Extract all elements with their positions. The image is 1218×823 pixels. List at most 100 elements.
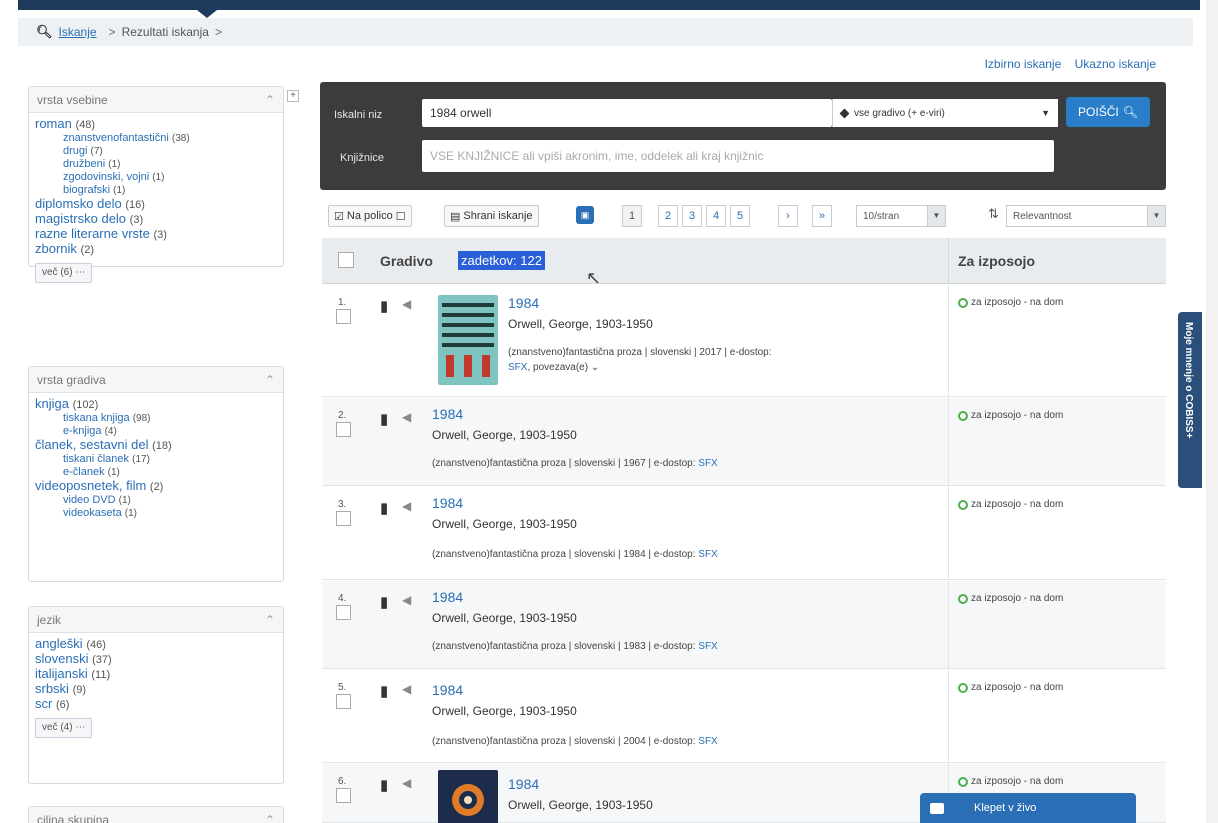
facet-item[interactable]: videoposnetek, film (2) bbox=[35, 479, 277, 494]
facet-item[interactable]: diplomsko delo (16) bbox=[35, 197, 277, 212]
facet-item-label: tiskani članek bbox=[63, 453, 130, 465]
facet-item[interactable]: tiskani članek (17) bbox=[35, 453, 277, 466]
book-cover-image[interactable] bbox=[438, 770, 498, 823]
live-chat-button[interactable]: Klepet v živo bbox=[920, 793, 1136, 823]
scrollbar[interactable] bbox=[1206, 0, 1218, 823]
page-4[interactable]: 4 bbox=[706, 205, 726, 227]
checkbox-icon: ☑ bbox=[334, 210, 344, 223]
chevron-left-icon[interactable]: ◀ bbox=[402, 682, 411, 696]
facet-item-count: (1) bbox=[118, 495, 131, 506]
result-number: 6. bbox=[338, 776, 347, 787]
select-search-link[interactable]: Izbirno iskanje bbox=[985, 57, 1062, 71]
facet-item[interactable]: znanstvenofantastični (38) bbox=[35, 132, 277, 145]
facet-item[interactable]: družbeni (1) bbox=[35, 158, 277, 171]
book-cover-image[interactable] bbox=[438, 295, 498, 385]
result-checkbox[interactable] bbox=[336, 309, 351, 324]
facet-item[interactable]: članek, sestavni del (18) bbox=[35, 438, 277, 453]
feedback-tab[interactable]: Moje mnenje o COBISS+ bbox=[1178, 312, 1202, 488]
facet-item-count: (3) bbox=[153, 229, 167, 241]
result-title-link[interactable]: 1984 bbox=[432, 495, 463, 511]
facet-item[interactable]: tiskana knjiga (98) bbox=[35, 412, 277, 425]
save-search-button[interactable]: ▤ Shrani iskanje bbox=[444, 205, 539, 227]
result-meta: (znanstveno)fantastična proza | slovensk… bbox=[432, 549, 718, 560]
page-3[interactable]: 3 bbox=[682, 205, 702, 227]
result-title-link[interactable]: 1984 bbox=[508, 295, 539, 311]
per-page-select[interactable]: 10/stran ▼ bbox=[856, 205, 946, 227]
facet-item[interactable]: zgodovinski, vojni (1) bbox=[35, 171, 277, 184]
chevron-up-icon[interactable]: ⌃ bbox=[265, 613, 275, 627]
facet-header[interactable]: vrsta vsebine ⌃ bbox=[29, 87, 283, 113]
facet-item[interactable]: video DVD (1) bbox=[35, 494, 277, 507]
chevron-left-icon[interactable]: ◀ bbox=[402, 410, 411, 424]
facet-item[interactable]: knjiga (102) bbox=[35, 397, 277, 412]
chevron-left-icon[interactable]: ◀ bbox=[402, 593, 411, 607]
facet-header[interactable]: vrsta gradiva ⌃ bbox=[29, 367, 283, 393]
facet-item[interactable]: slovenski (37) bbox=[35, 652, 277, 667]
facet-item-label: družbeni bbox=[63, 158, 106, 170]
facet-item[interactable]: videokaseta (1) bbox=[35, 507, 277, 520]
sfx-link[interactable]: SFX bbox=[508, 362, 527, 373]
facet-item[interactable]: magistrsko delo (3) bbox=[35, 212, 277, 227]
facet-header[interactable]: ciljna skupina ⌃ bbox=[29, 807, 283, 823]
query-input[interactable]: 1984 orwell bbox=[422, 99, 832, 127]
facet-item[interactable]: zbornik (2) bbox=[35, 242, 277, 257]
chevron-left-icon[interactable]: ◀ bbox=[402, 297, 411, 311]
facet-header[interactable]: jezik ⌃ bbox=[29, 607, 283, 633]
sfx-link[interactable]: SFX bbox=[698, 641, 717, 652]
available-circle-icon bbox=[958, 297, 968, 308]
facet-more-button[interactable]: več (6) ⋯ bbox=[35, 263, 93, 283]
sort-select[interactable]: Relevantnost ▼ bbox=[1006, 205, 1166, 227]
material-select[interactable]: vse gradivo (+ e-viri) ▼ bbox=[832, 99, 1058, 127]
more-links-toggle[interactable]: povezava(e) ⌄ bbox=[533, 362, 599, 373]
facet-item[interactable]: scr (6) bbox=[35, 697, 277, 712]
result-title-link[interactable]: 1984 bbox=[432, 682, 463, 698]
chevron-left-icon[interactable]: ◀ bbox=[402, 499, 411, 513]
chevron-left-icon[interactable]: ◀ bbox=[402, 776, 411, 790]
facet-item[interactable]: razne literarne vrste (3) bbox=[35, 227, 277, 242]
expand-sidebar-plus-icon[interactable]: + bbox=[287, 90, 299, 102]
chevron-up-icon[interactable]: ⌃ bbox=[265, 373, 275, 387]
facet-item-count: (18) bbox=[152, 440, 172, 452]
libraries-input[interactable]: VSE KNJIŽNICE ali vpiši akronim, ime, od… bbox=[422, 140, 1054, 172]
facet-item-label: zbornik bbox=[35, 241, 77, 256]
result-checkbox[interactable] bbox=[336, 511, 351, 526]
command-search-link[interactable]: Ukazno iskanje bbox=[1075, 57, 1156, 71]
result-checkbox[interactable] bbox=[336, 694, 351, 709]
live-chat-label: Klepet v živo bbox=[974, 802, 1037, 814]
facet-item[interactable]: drugi (7) bbox=[35, 145, 277, 158]
facet-item[interactable]: srbski (9) bbox=[35, 682, 277, 697]
page-next[interactable]: › bbox=[778, 205, 798, 227]
select-all-checkbox[interactable] bbox=[338, 252, 354, 268]
book-icon: ▮ bbox=[380, 411, 389, 428]
facet-item[interactable]: angleški (46) bbox=[35, 637, 277, 652]
search-button[interactable]: POIŠČI 🔍︎ bbox=[1066, 97, 1150, 127]
result-title-link[interactable]: 1984 bbox=[432, 589, 463, 605]
result-checkbox[interactable] bbox=[336, 422, 351, 437]
result-checkbox[interactable] bbox=[336, 605, 351, 620]
result-checkbox[interactable] bbox=[336, 788, 351, 803]
facet-item[interactable]: italijanski (11) bbox=[35, 667, 277, 682]
add-to-shelf-button[interactable]: ☑ Na polico ☐ bbox=[328, 205, 412, 227]
sfx-link[interactable]: SFX bbox=[698, 736, 717, 747]
page-last[interactable]: » bbox=[812, 205, 832, 227]
sfx-link[interactable]: SFX bbox=[698, 549, 717, 560]
chevron-up-icon[interactable]: ⌃ bbox=[265, 93, 275, 107]
sfx-link[interactable]: SFX bbox=[698, 458, 717, 469]
breadcrumb-search-link[interactable]: Iskanje bbox=[59, 25, 97, 39]
facet-more-button[interactable]: več (4) ⋯ bbox=[35, 718, 93, 738]
result-title-link[interactable]: 1984 bbox=[432, 406, 463, 422]
result-number: 3. bbox=[338, 499, 347, 510]
page-2[interactable]: 2 bbox=[658, 205, 678, 227]
loan-column-header: Za izposojo bbox=[958, 253, 1035, 269]
facet-item-label: srbski bbox=[35, 681, 69, 696]
chevron-up-icon[interactable]: ⌃ bbox=[265, 813, 275, 823]
page-5[interactable]: 5 bbox=[730, 205, 750, 227]
availability-status: za izposojo - na dom bbox=[958, 593, 1063, 604]
export-icon[interactable]: ▣ bbox=[576, 206, 594, 224]
facet-item[interactable]: roman (48) bbox=[35, 117, 277, 132]
result-title-link[interactable]: 1984 bbox=[508, 776, 539, 792]
material-select-value: vse gradivo (+ e-viri) bbox=[854, 107, 945, 119]
facet-item-count: (48) bbox=[75, 119, 96, 131]
result-author: Orwell, George, 1903-1950 bbox=[508, 798, 653, 812]
page-1[interactable]: 1 bbox=[622, 205, 642, 227]
